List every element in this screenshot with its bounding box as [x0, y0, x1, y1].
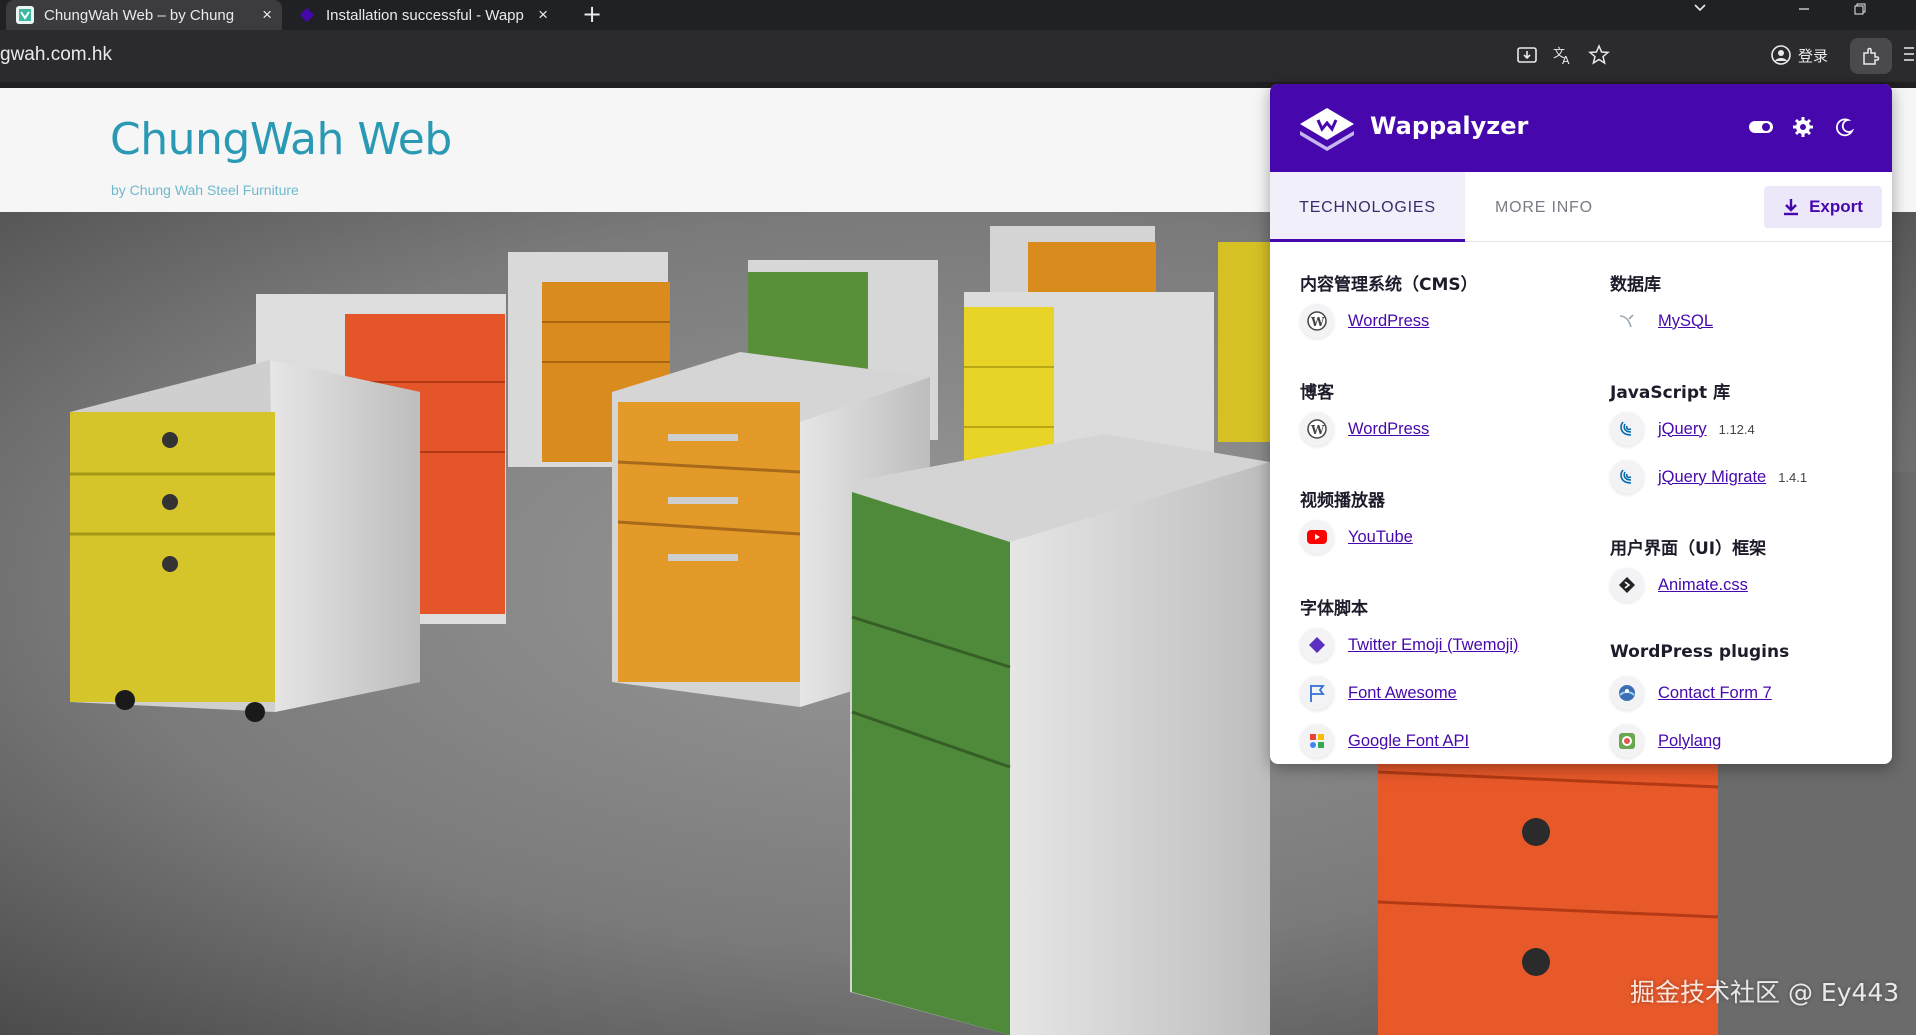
tech-name: Font Awesome	[1348, 683, 1457, 702]
tech-google-font-api[interactable]: Google Font API	[1300, 724, 1469, 758]
tech-mysql[interactable]: MySQL	[1610, 304, 1713, 338]
jquery-icon	[1610, 412, 1644, 446]
wappalyzer-popup: Wappalyzer TECHNOLOGIES MORE INFO Export…	[1270, 84, 1892, 764]
google-font-icon	[1300, 724, 1334, 758]
wordpress-icon: W	[1300, 412, 1334, 446]
tab-title: ChungWah Web – by Chung	[44, 6, 235, 24]
tab-title: Installation successful - Wapp	[326, 6, 524, 24]
profile-icon	[1770, 44, 1792, 66]
tech-youtube[interactable]: YouTube	[1300, 520, 1413, 554]
youtube-icon	[1300, 520, 1334, 554]
category-video-player: 视频播放器	[1300, 491, 1385, 511]
export-button[interactable]: Export	[1764, 186, 1882, 228]
tech-version: 1.4.1	[1778, 469, 1808, 485]
tech-name: YouTube	[1348, 527, 1413, 546]
site-tagline: by Chung Wah Steel Furniture	[111, 182, 299, 198]
polylang-icon	[1610, 724, 1644, 758]
twemoji-icon	[1300, 628, 1334, 662]
watermark-text: 掘金技术社区 @ Ey443	[1630, 978, 1900, 1007]
chungwah-favicon-icon	[16, 6, 34, 24]
tech-animate-css[interactable]: Animate.css	[1610, 568, 1748, 602]
font-awesome-icon	[1300, 676, 1334, 710]
bookmark-star-icon[interactable]	[1584, 40, 1614, 70]
tech-name: WordPress	[1348, 419, 1430, 438]
close-tab-icon[interactable]: ×	[262, 5, 272, 25]
tech-font-awesome[interactable]: Font Awesome	[1300, 676, 1457, 710]
tech-name: Polylang	[1658, 731, 1722, 750]
toggle-icon[interactable]	[1748, 114, 1774, 140]
tab-chungwah[interactable]: ChungWah Web – by Chung ×	[6, 0, 282, 30]
svg-text:W: W	[1310, 315, 1325, 329]
tech-polylang[interactable]: Polylang	[1610, 724, 1721, 758]
restore-icon[interactable]	[1832, 0, 1888, 30]
category-cms: 内容管理系统（CMS）	[1300, 275, 1478, 295]
site-title[interactable]: ChungWah Web	[110, 114, 452, 165]
wappalyzer-favicon-icon	[298, 6, 316, 24]
svg-text:W: W	[1310, 423, 1325, 437]
puzzle-icon	[1863, 47, 1880, 65]
address-bar[interactable]: gwah.com.hk	[0, 44, 112, 66]
tab-technologies[interactable]: TECHNOLOGIES	[1270, 172, 1465, 242]
dark-mode-moon-icon[interactable]	[1832, 114, 1858, 140]
category-wordpress-plugins: WordPress plugins	[1610, 642, 1790, 662]
wappalyzer-header: Wappalyzer	[1270, 84, 1892, 172]
contact-form-icon	[1610, 676, 1644, 710]
login-label: 登录	[1798, 46, 1829, 65]
translate-icon[interactable]: 文A	[1548, 40, 1578, 70]
download-icon	[1784, 199, 1799, 216]
settings-gear-icon[interactable]	[1790, 114, 1816, 140]
tech-name: jQuery	[1658, 419, 1707, 438]
export-label: Export	[1809, 197, 1863, 216]
close-tab-icon[interactable]: ×	[538, 5, 548, 25]
animate-css-icon	[1610, 568, 1644, 602]
mysql-icon	[1610, 304, 1644, 338]
profile-login-button[interactable]: 登录	[1770, 41, 1828, 69]
menu-icon[interactable]	[1904, 44, 1914, 69]
extensions-button[interactable]	[1850, 38, 1892, 74]
wordpress-icon: W	[1300, 304, 1334, 338]
category-javascript-libraries: JavaScript 库	[1610, 383, 1731, 403]
install-app-icon[interactable]	[1512, 40, 1542, 70]
wappalyzer-logo-icon	[1300, 108, 1354, 151]
minimize-icon[interactable]	[1776, 0, 1832, 30]
tech-name: Contact Form 7	[1658, 683, 1772, 702]
tech-contact-form-7[interactable]: Contact Form 7	[1610, 676, 1772, 710]
tech-name: WordPress	[1348, 311, 1430, 330]
tech-name: Twitter Emoji (Twemoji)	[1348, 635, 1519, 654]
category-font-scripts: 字体脚本	[1300, 599, 1368, 619]
tab-wappalyzer-install[interactable]: Installation successful - Wapp ×	[288, 0, 558, 30]
tech-name: Animate.css	[1658, 575, 1748, 594]
jquery-icon	[1610, 460, 1644, 494]
tech-twemoji[interactable]: Twitter Emoji (Twemoji)	[1300, 628, 1519, 662]
tech-wordpress-blog[interactable]: W WordPress	[1300, 412, 1429, 446]
tech-jquery-migrate[interactable]: jQuery Migrate 1.4.1	[1610, 460, 1807, 494]
category-database: 数据库	[1610, 275, 1661, 295]
tech-name: Google Font API	[1348, 731, 1470, 750]
wappalyzer-tabs: TECHNOLOGIES MORE INFO Export	[1270, 172, 1892, 242]
tab-search-icon[interactable]	[1672, 0, 1728, 30]
tech-name: jQuery Migrate	[1658, 467, 1767, 486]
tab-strip: ChungWah Web – by Chung × Installation s…	[0, 0, 1916, 30]
wappalyzer-brand: Wappalyzer	[1370, 112, 1529, 140]
tech-jquery[interactable]: jQuery 1.12.4	[1610, 412, 1755, 446]
tech-version: 1.12.4	[1718, 421, 1755, 437]
svg-text:A: A	[1562, 54, 1570, 66]
tab-more-info[interactable]: MORE INFO	[1495, 172, 1593, 242]
category-blog: 博客	[1300, 383, 1334, 403]
tech-name: MySQL	[1658, 311, 1714, 330]
new-tab-button[interactable]: +	[578, 0, 606, 30]
browser-toolbar: gwah.com.hk 文A 登录	[0, 30, 1916, 82]
category-ui-frameworks: 用户界面（UI）框架	[1610, 539, 1767, 559]
tech-wordpress-cms[interactable]: W WordPress	[1300, 304, 1429, 338]
